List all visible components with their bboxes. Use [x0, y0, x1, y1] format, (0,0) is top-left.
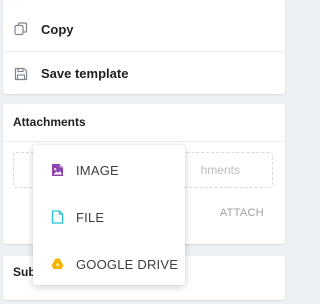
save-template-menu-item[interactable]: Save template — [3, 51, 285, 95]
dropdown-option-file[interactable]: FILE — [33, 197, 185, 237]
save-template-label: Save template — [41, 66, 129, 81]
dropzone-text: hments — [200, 163, 240, 177]
dropdown-option-google-drive[interactable]: GOOGLE DRIVE — [33, 244, 185, 284]
file-option-label: FILE — [76, 209, 105, 225]
image-option-label: IMAGE — [76, 162, 119, 178]
attachments-title: Attachments — [13, 115, 86, 129]
google-drive-option-label: GOOGLE DRIVE — [76, 256, 179, 272]
copy-icon — [14, 22, 28, 36]
actions-menu-card: Copy Save template — [3, 0, 285, 94]
google-drive-icon — [51, 257, 64, 271]
dropdown-option-image[interactable]: IMAGE — [33, 150, 185, 190]
copy-label: Copy — [41, 21, 74, 37]
page: Copy Save template Attachments hments AT… — [0, 0, 289, 304]
attach-source-dropdown: IMAGE FILE GOOGLE DRIVE — [33, 145, 185, 285]
image-icon — [51, 163, 64, 177]
copy-menu-item[interactable]: Copy — [3, 7, 285, 51]
attachments-divider — [3, 141, 285, 142]
attach-button[interactable]: ATTACH — [220, 207, 264, 219]
file-icon — [51, 210, 64, 224]
save-template-icon — [14, 67, 28, 81]
